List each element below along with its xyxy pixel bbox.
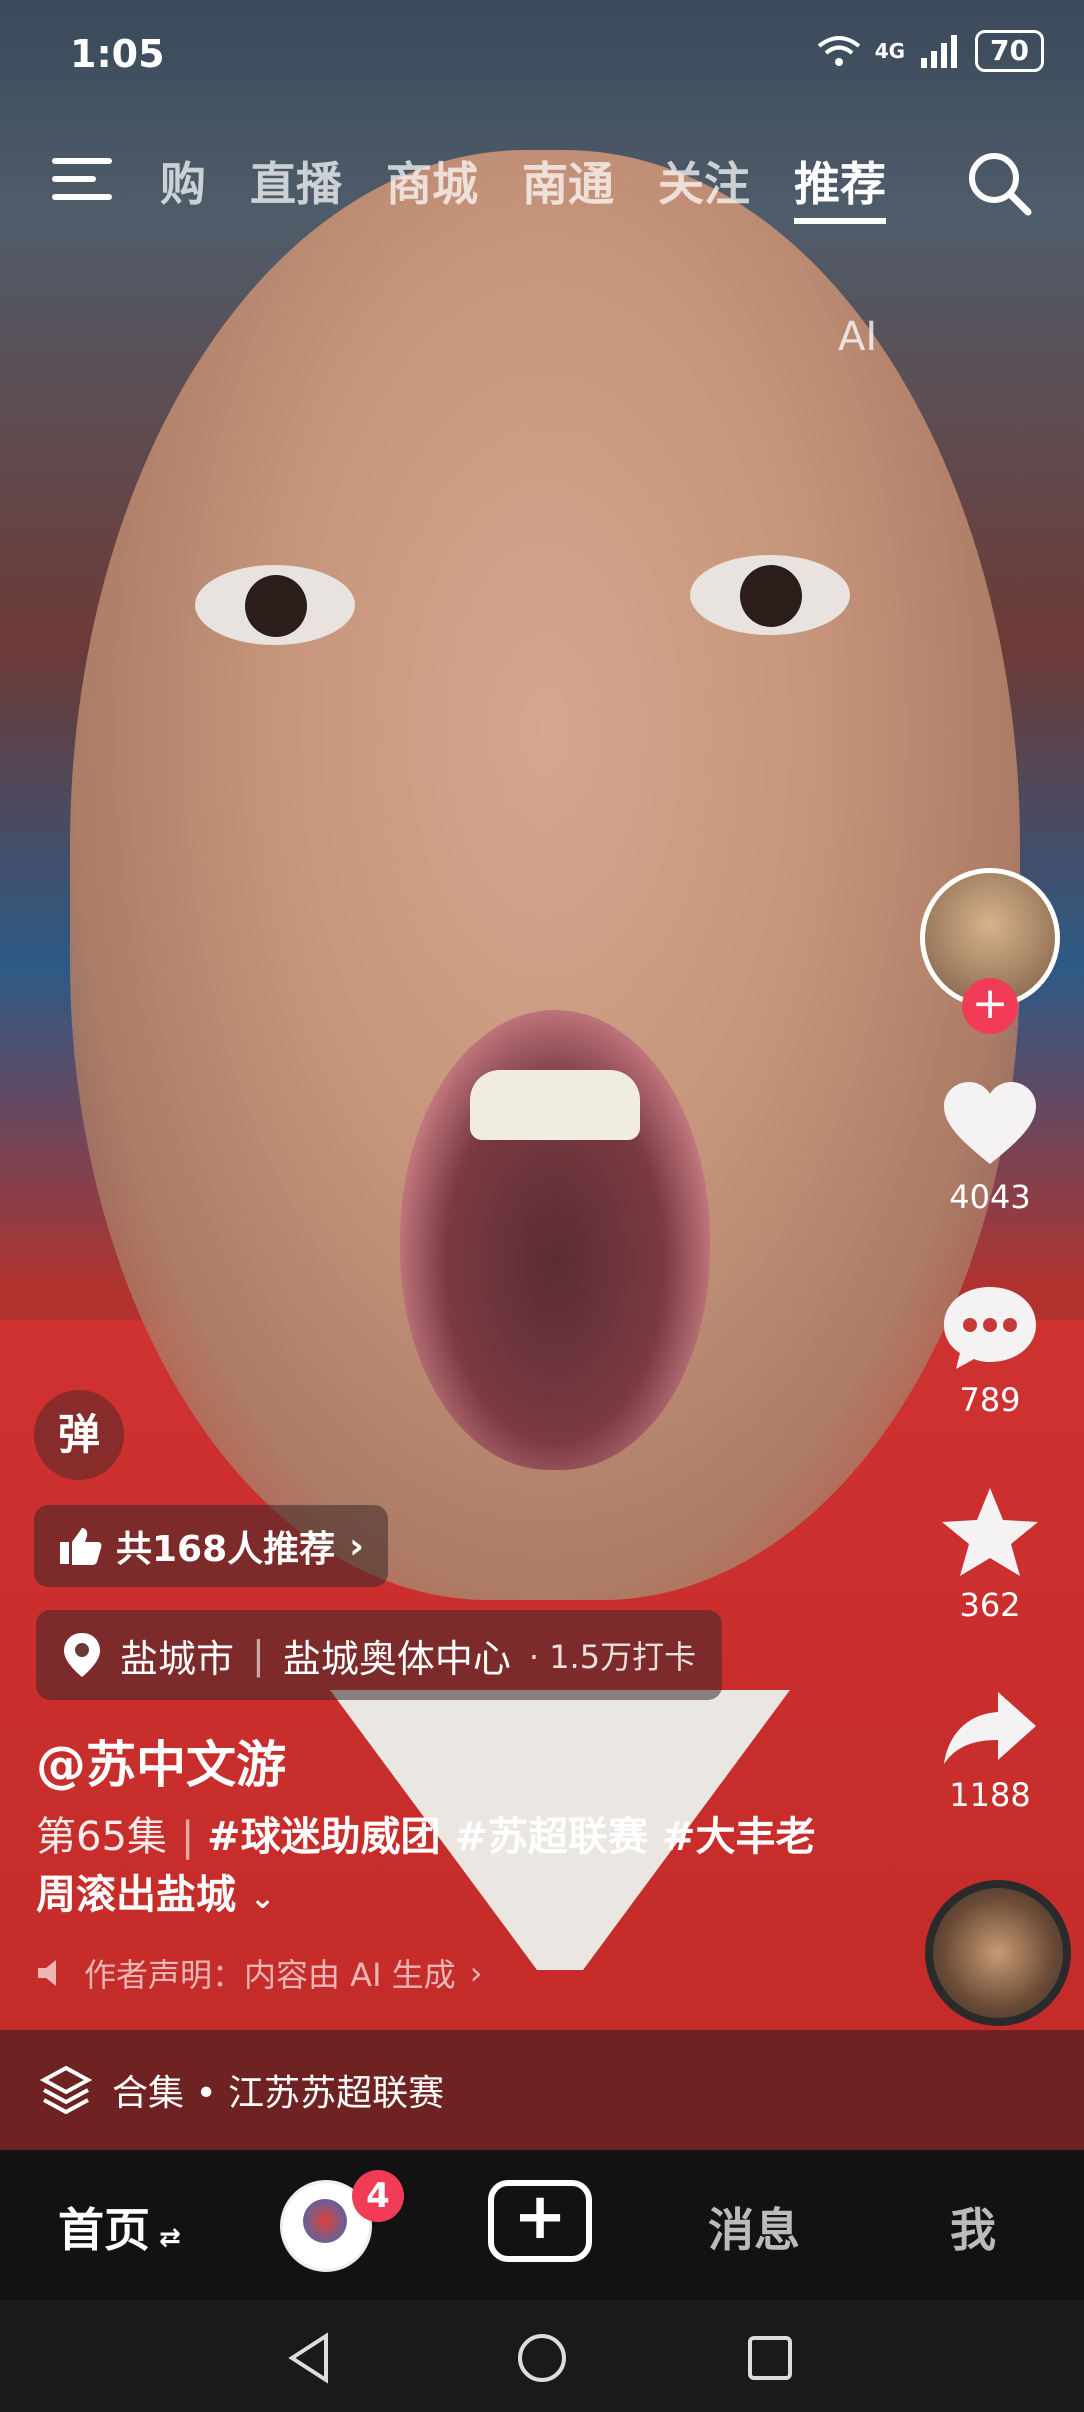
music-disc[interactable] [925, 1880, 1071, 2026]
tab-recommend[interactable]: 推荐 [794, 148, 886, 224]
episode-label: 第65集 [36, 1814, 167, 1860]
recommend-text: 共168人推荐 [116, 1529, 336, 1570]
status-bar: 1:05 4G 70 [0, 0, 1084, 110]
location-pin-icon [64, 1633, 100, 1677]
heart-icon[interactable] [940, 1080, 1040, 1170]
comment-icon[interactable] [940, 1283, 1040, 1373]
ai-watermark: AI [838, 314, 878, 360]
location-chip[interactable]: 盐城市 | 盐城奥体中心 · 1.5万打卡 [36, 1610, 723, 1700]
ai-disclaimer[interactable]: 作者声明：内容由 AI 生成 › [36, 1950, 482, 1996]
right-eye [690, 555, 850, 635]
thumbs-up-icon [60, 1528, 102, 1565]
notification-badge: 4 [352, 2170, 404, 2222]
comment-button[interactable]: 789 [915, 1283, 1065, 1419]
chevron-right-icon: › [349, 1525, 364, 1567]
menu-icon[interactable] [52, 158, 112, 204]
star-icon[interactable] [940, 1486, 1040, 1578]
disclaimer-text: 作者声明：内容由 AI 生成 [84, 1956, 456, 1994]
recommend-chip[interactable]: 共168人推荐 › [34, 1505, 388, 1587]
recents-icon[interactable] [742, 2330, 798, 2386]
author-name[interactable]: @苏中文游 [36, 1725, 286, 1797]
speaker-icon [38, 1960, 56, 1986]
switch-icon: ⇄ [150, 2223, 181, 2253]
tab-following[interactable]: 关注 [658, 148, 750, 224]
collection-text: 合集 • 江苏苏超联赛 [112, 2073, 445, 2114]
tab-nantong[interactable]: 南通 [522, 148, 614, 224]
danmu-toggle[interactable]: 弹 [34, 1390, 124, 1480]
home-icon[interactable] [514, 2330, 570, 2386]
search-icon[interactable] [964, 148, 1034, 218]
location-place: 盐城奥体中心 [282, 1636, 511, 1681]
like-button[interactable]: 4043 [915, 1080, 1065, 1216]
like-count: 4043 [949, 1178, 1031, 1216]
tab-messages[interactable]: 消息 [708, 2194, 800, 2260]
tab-shop[interactable]: 购 [160, 148, 206, 224]
top-tabs: 购 直播 商城 南通 关注 推荐 [160, 148, 886, 224]
create-button[interactable]: + [488, 2180, 592, 2262]
layers-icon [40, 2065, 92, 2115]
status-time: 1:05 [70, 32, 165, 76]
network-type: 4G [874, 39, 906, 63]
favorite-button[interactable]: 362 [915, 1486, 1065, 1624]
top-nav: 购 直播 商城 南通 关注 推荐 [0, 140, 1084, 230]
tab-home-label: 首页 [58, 2203, 150, 2257]
creator-avatar[interactable]: + [915, 868, 1065, 1034]
tab-me[interactable]: 我 [950, 2194, 996, 2260]
collection-bar[interactable]: 合集 • 江苏苏超联赛 [0, 2030, 1084, 2150]
location-city: 盐城市 [120, 1636, 235, 1681]
tab-mall[interactable]: 商城 [386, 148, 478, 224]
share-button[interactable]: 1188 [915, 1688, 1065, 1814]
wifi-icon [817, 36, 860, 66]
follow-plus-icon[interactable]: + [962, 978, 1018, 1034]
left-eye [195, 565, 355, 645]
bottom-tab-bar: 首页 ⇄ 4 + 消息 我 [0, 2150, 1084, 2300]
battery-indicator: 70 [975, 30, 1044, 72]
location-divider: | [252, 1633, 265, 1677]
back-icon[interactable] [282, 2330, 338, 2386]
share-icon[interactable] [940, 1688, 1040, 1768]
favorite-count: 362 [959, 1586, 1021, 1624]
comment-count: 789 [959, 1381, 1021, 1419]
share-count: 1188 [949, 1776, 1031, 1814]
post-description[interactable]: 第65集 | #球迷助威团 #苏超联赛 #大丰老周滚出盐城 ⌄ [36, 1808, 816, 1928]
location-checkins: · 1.5万打卡 [528, 1638, 697, 1676]
tab-live[interactable]: 直播 [250, 148, 342, 224]
chevron-right-icon: › [469, 1954, 483, 1992]
system-nav-bar [0, 2300, 1084, 2412]
expand-chevron-icon[interactable]: ⌄ [250, 1881, 275, 1916]
signal-icon [921, 35, 958, 68]
status-icons: 4G 70 [817, 30, 1044, 72]
tab-home[interactable]: 首页 ⇄ [58, 2194, 181, 2260]
teeth [470, 1070, 640, 1140]
